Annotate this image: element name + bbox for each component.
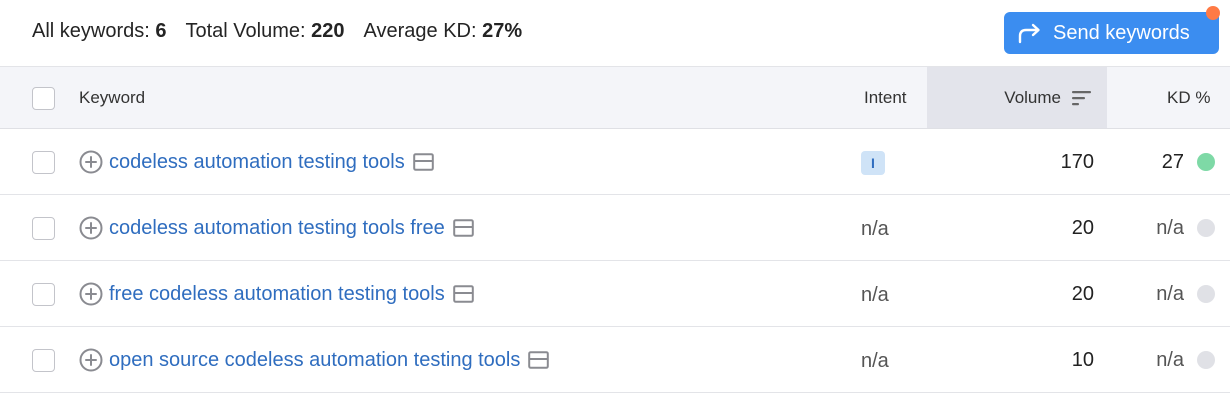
- total-volume-stat: Total Volume: 220: [185, 20, 345, 42]
- volume-value: 20: [1071, 216, 1094, 239]
- send-keywords-button[interactable]: Send keywords: [1004, 12, 1219, 54]
- table-header: Keyword Intent Volume KD %: [0, 67, 1230, 129]
- keyword-text: open source codeless automation testing …: [109, 348, 521, 371]
- add-keyword-icon[interactable]: [79, 216, 103, 240]
- row-checkbox[interactable]: [32, 151, 55, 174]
- row-checkbox[interactable]: [32, 349, 55, 372]
- table-row: open source codeless automation testing …: [0, 327, 1230, 393]
- column-volume[interactable]: Volume: [927, 67, 1107, 128]
- keyword-text: codeless automation testing tools: [109, 150, 405, 173]
- share-arrow-icon: [1016, 21, 1044, 45]
- send-keywords-label: Send keywords: [1053, 21, 1190, 44]
- notification-dot: [1206, 6, 1220, 20]
- kd-indicator: [1197, 219, 1215, 237]
- row-checkbox[interactable]: [32, 283, 55, 306]
- table-row: codeless automation testing tools free n…: [0, 195, 1230, 261]
- kd-indicator: [1197, 351, 1215, 369]
- kd-indicator: [1197, 153, 1215, 171]
- summary-bar: All keywords: 6 Total Volume: 220 Averag…: [0, 0, 1230, 67]
- keyword-text: free codeless automation testing tools: [109, 282, 445, 305]
- total-volume-value: 220: [311, 20, 345, 42]
- kd-value: 27: [1161, 150, 1184, 173]
- keyword-link[interactable]: open source codeless automation testing …: [109, 327, 550, 393]
- kd-value: n/a: [1156, 282, 1184, 305]
- all-keywords-value: 6: [155, 20, 167, 42]
- average-kd-stat: Average KD: 27%: [363, 20, 523, 42]
- keyword-link[interactable]: free codeless automation testing tools: [109, 261, 474, 327]
- volume-value: 20: [1071, 282, 1094, 305]
- serp-features-icon[interactable]: [412, 152, 434, 172]
- column-keyword[interactable]: Keyword: [79, 67, 145, 128]
- add-keyword-icon[interactable]: [79, 150, 103, 174]
- column-volume-label: Volume: [1004, 87, 1061, 107]
- sort-icon: [1072, 90, 1091, 106]
- table-row: free codeless automation testing tools n…: [0, 261, 1230, 327]
- keyword-link[interactable]: codeless automation testing tools: [109, 129, 434, 195]
- keyword-link[interactable]: codeless automation testing tools free: [109, 195, 474, 261]
- select-all-checkbox[interactable]: [32, 87, 55, 110]
- serp-features-icon[interactable]: [452, 218, 474, 238]
- table-row: codeless automation testing tools I 170 …: [0, 129, 1230, 195]
- column-kd[interactable]: KD %: [1167, 67, 1210, 128]
- intent-cell: n/a: [861, 217, 889, 241]
- intent-cell: n/a: [861, 283, 889, 307]
- intent-cell: n/a: [861, 349, 889, 373]
- kd-value: n/a: [1156, 348, 1184, 371]
- serp-features-icon[interactable]: [528, 350, 550, 370]
- add-keyword-icon[interactable]: [79, 348, 103, 372]
- keyword-text: codeless automation testing tools free: [109, 216, 445, 239]
- add-keyword-icon[interactable]: [79, 282, 103, 306]
- all-keywords-stat: All keywords: 6: [32, 20, 167, 42]
- row-checkbox[interactable]: [32, 217, 55, 240]
- serp-features-icon[interactable]: [452, 284, 474, 304]
- kd-indicator: [1197, 285, 1215, 303]
- keyword-stats: All keywords: 6 Total Volume: 220 Averag…: [32, 20, 541, 43]
- average-kd-value: 27%: [482, 20, 523, 42]
- intent-value: n/a: [861, 218, 889, 240]
- volume-value: 170: [1060, 150, 1094, 173]
- intent-value: n/a: [861, 350, 889, 372]
- intent-value: n/a: [861, 284, 889, 306]
- intent-badge[interactable]: I: [861, 151, 885, 175]
- column-intent[interactable]: Intent: [864, 67, 907, 128]
- kd-value: n/a: [1156, 216, 1184, 239]
- volume-value: 10: [1071, 348, 1094, 371]
- intent-cell: I: [861, 151, 885, 175]
